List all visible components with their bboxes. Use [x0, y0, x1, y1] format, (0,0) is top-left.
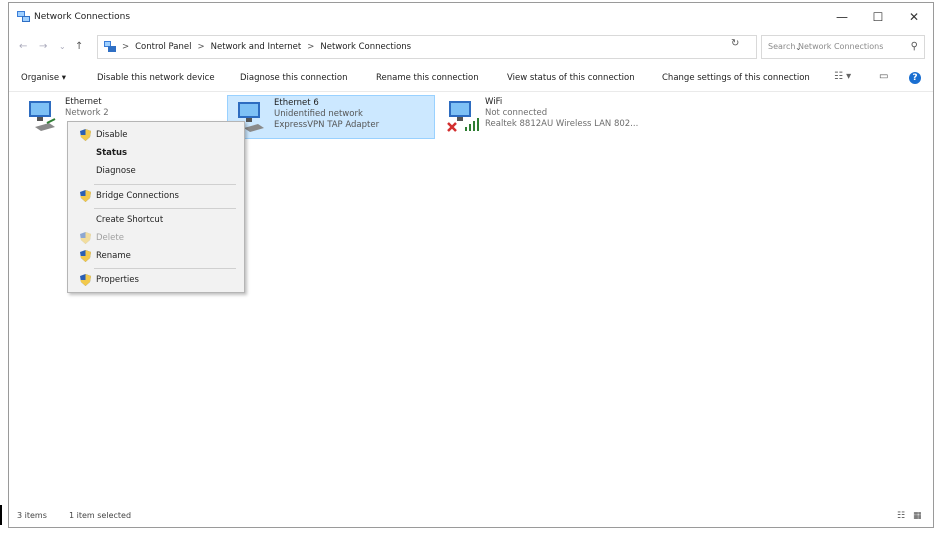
diagnose-connection-button[interactable]: Diagnose this connection [240, 73, 348, 83]
menu-item-properties[interactable]: Properties [68, 271, 244, 289]
ethernet-icon [29, 101, 56, 131]
minimize-button[interactable]: — [825, 5, 859, 29]
disable-device-button[interactable]: Disable this network device [97, 73, 215, 83]
change-settings-button[interactable]: Change settings of this connection [662, 73, 810, 83]
item-status: Not connected [485, 108, 548, 118]
menu-separator [94, 268, 236, 269]
up-arrow-icon[interactable]: ↑ [75, 41, 83, 52]
selection-count: 1 item selected [69, 511, 132, 520]
address-row: ← → ⌄ ↑ > Control Panel > Network and In… [9, 33, 933, 61]
search-input[interactable]: Search Network Connections ⚲ [761, 35, 925, 59]
menu-item-label: Rename [96, 251, 131, 261]
menu-item-disable[interactable]: Disable [68, 126, 244, 144]
menu-item-create-shortcut[interactable]: Create Shortcut [68, 211, 244, 229]
breadcrumb-separator: > [197, 42, 205, 52]
menu-item-bridge-connections[interactable]: Bridge Connections [68, 187, 244, 205]
menu-separator [94, 208, 236, 209]
command-bar: Organise ▾ Disable this network device D… [9, 65, 933, 92]
maximize-button[interactable]: ☐ [861, 5, 895, 29]
breadcrumb-network-and-internet[interactable]: Network and Internet [211, 42, 302, 52]
breadcrumb-control-panel[interactable]: Control Panel [135, 42, 191, 52]
menu-item-rename[interactable]: Rename [68, 247, 244, 265]
title-bar: Network Connections — ☐ ✕ [9, 3, 933, 31]
connection-wifi[interactable]: WiFi Not connected Realtek 8812AU Wirele… [439, 95, 669, 139]
back-arrow-icon[interactable]: ← [19, 41, 27, 52]
connection-ethernet-6[interactable]: Ethernet 6 Unidentified network ExpressV… [227, 95, 435, 139]
menu-item-status[interactable]: Status [68, 144, 244, 162]
breadcrumb-separator: > [122, 42, 130, 52]
menu-separator [94, 184, 236, 185]
search-icon[interactable]: ⚲ [911, 41, 918, 52]
context-menu: Disable Status Diagnose Bridge Connectio… [67, 121, 245, 293]
menu-item-label: Status [96, 148, 128, 158]
explorer-window: Network Connections — ☐ ✕ ← → ⌄ ↑ > Cont… [8, 2, 934, 528]
large-icons-view-icon[interactable]: ▦ [913, 511, 922, 521]
breadcrumb: > Control Panel > Network and Internet >… [122, 42, 411, 52]
shield-icon [80, 190, 91, 202]
item-status: Network 2 [65, 108, 109, 118]
view-status-button[interactable]: View status of this connection [507, 73, 635, 83]
menu-item-label: Delete [96, 233, 124, 243]
item-name: Ethernet [65, 97, 102, 107]
close-button[interactable]: ✕ [897, 5, 931, 29]
menu-item-delete: Delete [68, 229, 244, 247]
forward-arrow-icon[interactable]: → [39, 41, 47, 52]
item-name: WiFi [485, 97, 503, 107]
network-connections-icon [17, 11, 30, 22]
item-device: ExpressVPN TAP Adapter [274, 120, 380, 130]
breadcrumb-separator: > [307, 42, 315, 52]
menu-item-label: Disable [96, 130, 128, 140]
item-name: Ethernet 6 [274, 98, 319, 108]
recent-chevron-icon[interactable]: ⌄ [59, 42, 66, 51]
preview-pane-icon[interactable]: ▭ [879, 71, 888, 82]
menu-item-diagnose[interactable]: Diagnose [68, 162, 244, 180]
menu-item-label: Properties [96, 275, 139, 285]
view-options-icon[interactable]: ☷ ▾ [834, 71, 851, 82]
shield-icon [80, 274, 91, 286]
left-edge-mark [0, 505, 2, 525]
status-bar: 3 items 1 item selected ☷ ▦ [9, 505, 933, 527]
rename-connection-button[interactable]: Rename this connection [376, 73, 479, 83]
control-panel-icon [104, 41, 116, 52]
menu-item-label: Bridge Connections [96, 191, 179, 201]
refresh-icon[interactable]: ↻ [731, 38, 739, 49]
details-view-icon[interactable]: ☷ [897, 511, 905, 521]
help-icon[interactable]: ? [909, 72, 921, 84]
search-placeholder: Search Network Connections [768, 42, 884, 51]
organise-button[interactable]: Organise ▾ [21, 73, 66, 83]
shield-icon [80, 250, 91, 262]
menu-item-label: Diagnose [96, 166, 136, 176]
wifi-adapter-icon [447, 101, 479, 132]
menu-item-label: Create Shortcut [96, 215, 164, 225]
item-status: Unidentified network [274, 109, 363, 119]
window-title: Network Connections [34, 12, 131, 22]
address-bar[interactable]: > Control Panel > Network and Internet >… [97, 35, 802, 59]
shield-icon [80, 232, 91, 244]
item-device: Realtek 8812AU Wireless LAN 802... [485, 119, 639, 129]
shield-icon [80, 129, 91, 141]
breadcrumb-network-connections[interactable]: Network Connections [320, 42, 411, 52]
items-count: 3 items [17, 511, 47, 520]
